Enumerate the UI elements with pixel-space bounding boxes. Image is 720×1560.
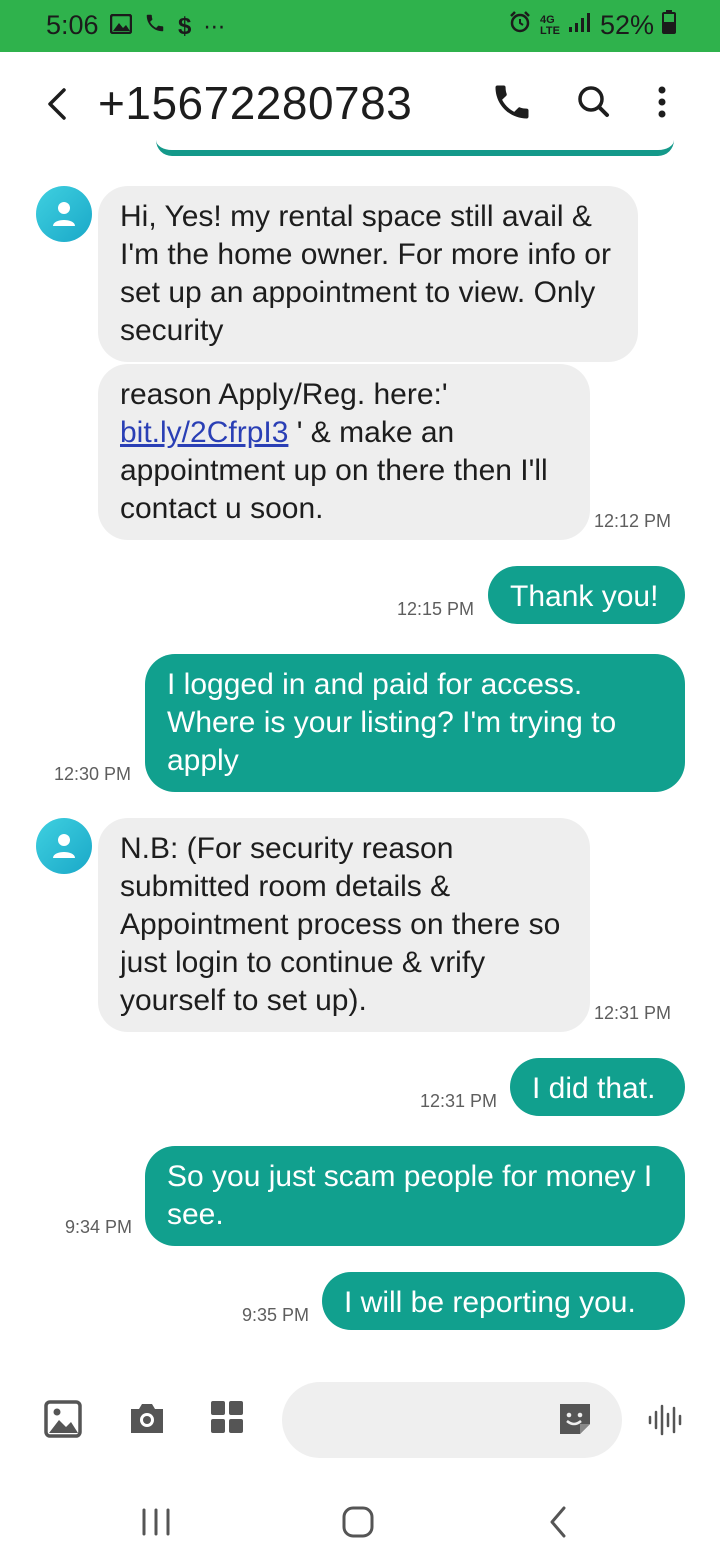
camera-button[interactable] bbox=[128, 1400, 168, 1440]
message-timestamp: 12:30 PM bbox=[54, 764, 132, 784]
message-bubble-outgoing[interactable]: So you just scam people for money I see. bbox=[145, 1146, 685, 1246]
sticker-button[interactable] bbox=[556, 1400, 596, 1440]
contact-avatar[interactable] bbox=[36, 818, 92, 874]
status-right-icons: 4G LTE 52% bbox=[508, 10, 676, 41]
message-bubble-outgoing[interactable]: I will be reporting you. bbox=[322, 1272, 685, 1330]
message-text: So you just scam people for money I see. bbox=[167, 1160, 653, 1231]
back-nav-button[interactable] bbox=[536, 1502, 580, 1542]
message-timestamp: 12:15 PM bbox=[397, 599, 475, 619]
battery-icon bbox=[662, 10, 676, 41]
message-timestamp: 12:31 PM bbox=[594, 1003, 672, 1023]
status-time: 5:06 bbox=[46, 10, 99, 40]
voice-record-button[interactable] bbox=[646, 1402, 686, 1438]
call-button[interactable] bbox=[490, 80, 538, 128]
message-timestamp: 9:35 PM bbox=[242, 1305, 310, 1325]
apps-button[interactable] bbox=[210, 1400, 250, 1440]
call-icon bbox=[495, 85, 529, 119]
more-dots-icon: ⋯ bbox=[203, 13, 227, 39]
message-text: I did that. bbox=[532, 1072, 656, 1105]
message-bubble-incoming[interactable]: Hi, Yes! my rental space still avail & I… bbox=[98, 186, 638, 362]
alarm-icon bbox=[508, 10, 532, 41]
image-icon bbox=[44, 1400, 82, 1438]
back-nav-icon bbox=[550, 1506, 566, 1538]
message-bubble-incoming[interactable]: N.B: (For security reason submitted room… bbox=[98, 818, 590, 1032]
signal-icon bbox=[568, 11, 592, 40]
message-bubble-incoming[interactable]: reason Apply/Reg. here:' bit.ly/2CfrpI3 … bbox=[98, 364, 590, 540]
gallery-button[interactable] bbox=[44, 1400, 84, 1440]
status-bar: 5:06 $ ⋯ 4G LTE 52% bbox=[0, 0, 720, 52]
message-text: N.B: (For security reason submitted room… bbox=[120, 832, 561, 1017]
message-timestamp: 12:12 PM bbox=[594, 511, 672, 531]
message-bubble-outgoing[interactable]: Thank you! bbox=[488, 566, 685, 624]
person-icon bbox=[53, 202, 75, 226]
search-icon bbox=[578, 86, 609, 117]
back-button[interactable] bbox=[38, 80, 78, 128]
dollar-icon: $ bbox=[178, 12, 192, 40]
lte-icon: 4G LTE bbox=[539, 13, 560, 37]
sticker-icon bbox=[560, 1404, 590, 1434]
phone-icon bbox=[144, 12, 166, 41]
status-left-icons: $ ⋯ bbox=[109, 12, 227, 41]
voice-icon bbox=[648, 1404, 682, 1436]
more-vert-icon bbox=[658, 86, 666, 118]
person-icon bbox=[53, 834, 75, 858]
recents-button[interactable] bbox=[134, 1502, 178, 1542]
apps-icon bbox=[211, 1401, 243, 1433]
navigation-bar bbox=[0, 1480, 720, 1560]
gallery-icon bbox=[109, 13, 133, 41]
search-button[interactable] bbox=[572, 80, 620, 128]
home-icon bbox=[342, 1506, 374, 1538]
contact-avatar[interactable] bbox=[36, 186, 92, 242]
message-bubble-outgoing[interactable]: I did that. bbox=[510, 1058, 685, 1116]
message-bubble-outgoing[interactable]: I logged in and paid for access. Where i… bbox=[145, 654, 685, 792]
camera-icon bbox=[131, 1404, 163, 1433]
recents-icon bbox=[142, 1508, 170, 1536]
back-icon bbox=[48, 88, 66, 120]
message-text: Hi, Yes! my rental space still avail & I… bbox=[120, 200, 611, 347]
message-timestamp: 12:31 PM bbox=[420, 1091, 498, 1111]
message-link[interactable]: bit.ly/2CfrpI3 bbox=[120, 416, 288, 449]
contact-title: +15672280783 bbox=[98, 77, 413, 129]
previous-message-edge bbox=[156, 140, 674, 156]
more-options-button[interactable] bbox=[640, 80, 688, 128]
message-text: I will be reporting you. bbox=[344, 1286, 636, 1319]
compose-bar bbox=[0, 1370, 720, 1470]
battery-percent: 52% bbox=[599, 10, 654, 40]
message-text: I logged in and paid for access. Where i… bbox=[167, 668, 617, 777]
home-button[interactable] bbox=[336, 1502, 380, 1542]
message-text: Thank you! bbox=[510, 580, 659, 613]
message-text: reason Apply/Reg. here:' bbox=[120, 378, 448, 411]
message-timestamp: 9:34 PM bbox=[65, 1217, 133, 1237]
